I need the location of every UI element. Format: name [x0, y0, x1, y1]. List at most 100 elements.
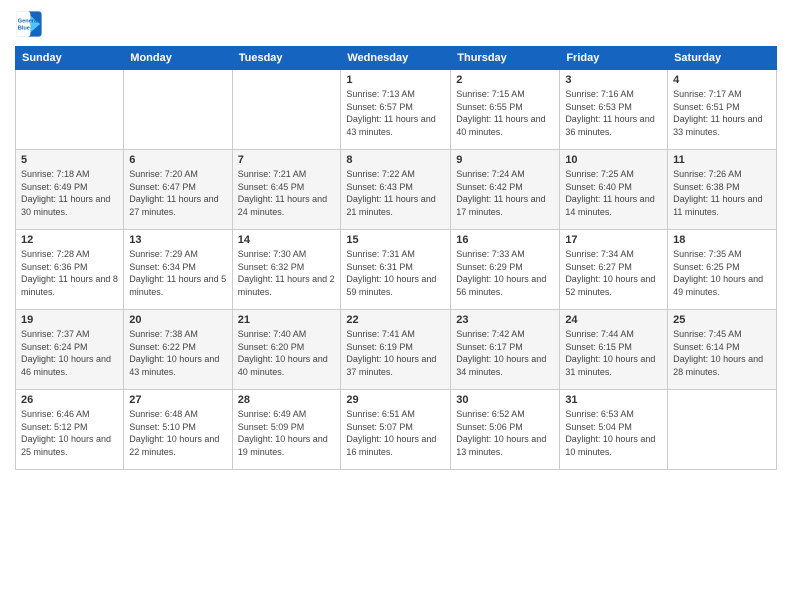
- day-cell: [232, 70, 341, 150]
- day-cell: 5Sunrise: 7:18 AM Sunset: 6:49 PM Daylig…: [16, 150, 124, 230]
- day-info: Sunrise: 7:18 AM Sunset: 6:49 PM Dayligh…: [21, 168, 118, 218]
- day-info: Sunrise: 6:51 AM Sunset: 5:07 PM Dayligh…: [346, 408, 445, 458]
- day-info: Sunrise: 6:46 AM Sunset: 5:12 PM Dayligh…: [21, 408, 118, 458]
- day-cell: 15 Sunrise: 7:31 AM Sunset: 6:31 PM Dayli…: [341, 230, 451, 310]
- day-number: 12: [21, 234, 118, 246]
- day-info: Sunrise: 7:40 AM Sunset: 6:20 PM Dayligh…: [238, 328, 336, 378]
- day-info: Sunrise: 7:28 AM Sunset: 6:36 PM Dayligh…: [21, 248, 118, 298]
- day-cell: 29Sunrise: 6:51 AM Sunset: 5:07 PM Dayli…: [341, 390, 451, 470]
- day-cell: 19Sunrise: 7:37 AM Sunset: 6:24 PM Dayli…: [16, 310, 124, 390]
- day-cell: 22 Sunrise: 7:41 AM Sunset: 6:19 PM Dayli…: [341, 310, 451, 390]
- day-number: 22: [346, 314, 445, 326]
- svg-text:General: General: [18, 19, 39, 25]
- day-number: 1: [346, 74, 445, 86]
- day-info: Sunrise: 7:25 AM Sunset: 6:40 PM Dayligh…: [565, 168, 662, 218]
- day-cell: 24 Sunrise: 7:44 AM Sunset: 6:15 PM Dayli…: [560, 310, 668, 390]
- day-cell: 23 Sunrise: 7:42 AM Sunset: 6:17 PM Dayli…: [451, 310, 560, 390]
- day-number: 25: [673, 314, 771, 326]
- header-cell-tuesday: Tuesday: [232, 47, 341, 70]
- day-info: Sunrise: 7:22 AM Sunset: 6:43 PM Dayligh…: [346, 168, 445, 218]
- day-cell: 3 Sunrise: 7:16 AM Sunset: 6:53 PM Daylig…: [560, 70, 668, 150]
- day-cell: 17 Sunrise: 7:34 AM Sunset: 6:27 PM Dayli…: [560, 230, 668, 310]
- day-info: Sunrise: 7:21 AM Sunset: 6:45 PM Dayligh…: [238, 168, 336, 218]
- day-cell: 28Sunrise: 6:49 AM Sunset: 5:09 PM Dayli…: [232, 390, 341, 470]
- day-cell: [668, 390, 777, 470]
- day-info: Sunrise: 7:44 AM Sunset: 6:15 PM Dayligh…: [565, 328, 662, 378]
- day-number: 19: [21, 314, 118, 326]
- day-number: 9: [456, 154, 554, 166]
- day-cell: 14 Sunrise: 7:30 AM Sunset: 6:32 PM Dayli…: [232, 230, 341, 310]
- svg-text:Blue: Blue: [18, 26, 30, 32]
- day-info: Sunrise: 7:31 AM Sunset: 6:31 PM Dayligh…: [346, 248, 445, 298]
- day-number: 13: [129, 234, 226, 246]
- day-info: Sunrise: 6:48 AM Sunset: 5:10 PM Dayligh…: [129, 408, 226, 458]
- day-info: Sunrise: 7:29 AM Sunset: 6:34 PM Dayligh…: [129, 248, 226, 298]
- day-info: Sunrise: 7:38 AM Sunset: 6:22 PM Dayligh…: [129, 328, 226, 378]
- day-info: Sunrise: 7:42 AM Sunset: 6:17 PM Dayligh…: [456, 328, 554, 378]
- week-row-0: 1Sunrise: 7:13 AM Sunset: 6:57 PM Daylig…: [16, 70, 777, 150]
- day-number: 24: [565, 314, 662, 326]
- day-cell: 26 Sunrise: 6:46 AM Sunset: 5:12 PM Dayli…: [16, 390, 124, 470]
- day-number: 26: [21, 394, 118, 406]
- day-cell: 2 Sunrise: 7:15 AM Sunset: 6:55 PM Daylig…: [451, 70, 560, 150]
- logo: General Blue: [15, 10, 47, 38]
- header-cell-thursday: Thursday: [451, 47, 560, 70]
- day-cell: 9Sunrise: 7:24 AM Sunset: 6:42 PM Daylig…: [451, 150, 560, 230]
- day-number: 10: [565, 154, 662, 166]
- day-number: 21: [238, 314, 336, 326]
- calendar-table: SundayMondayTuesdayWednesdayThursdayFrid…: [15, 46, 777, 470]
- week-row-1: 5Sunrise: 7:18 AM Sunset: 6:49 PM Daylig…: [16, 150, 777, 230]
- day-cell: [16, 70, 124, 150]
- day-cell: 25 Sunrise: 7:45 AM Sunset: 6:14 PM Dayli…: [668, 310, 777, 390]
- day-number: 14: [238, 234, 336, 246]
- day-cell: 10 Sunrise: 7:25 AM Sunset: 6:40 PM Dayli…: [560, 150, 668, 230]
- day-info: Sunrise: 7:16 AM Sunset: 6:53 PM Dayligh…: [565, 88, 662, 138]
- day-info: Sunrise: 7:15 AM Sunset: 6:55 PM Dayligh…: [456, 88, 554, 138]
- day-number: 6: [129, 154, 226, 166]
- day-number: 2: [456, 74, 554, 86]
- day-info: Sunrise: 7:17 AM Sunset: 6:51 PM Dayligh…: [673, 88, 771, 138]
- day-number: 30: [456, 394, 554, 406]
- day-cell: 8 Sunrise: 7:22 AM Sunset: 6:43 PM Daylig…: [341, 150, 451, 230]
- day-cell: 18Sunrise: 7:35 AM Sunset: 6:25 PM Dayli…: [668, 230, 777, 310]
- day-cell: 11 Sunrise: 7:26 AM Sunset: 6:38 PM Dayli…: [668, 150, 777, 230]
- week-row-4: 26 Sunrise: 6:46 AM Sunset: 5:12 PM Dayli…: [16, 390, 777, 470]
- header-cell-friday: Friday: [560, 47, 668, 70]
- day-info: Sunrise: 7:34 AM Sunset: 6:27 PM Dayligh…: [565, 248, 662, 298]
- page: General Blue SundayMondayTuesdayWednesda…: [0, 0, 792, 612]
- day-cell: 7 Sunrise: 7:21 AM Sunset: 6:45 PM Daylig…: [232, 150, 341, 230]
- day-number: 28: [238, 394, 336, 406]
- day-cell: 27Sunrise: 6:48 AM Sunset: 5:10 PM Dayli…: [124, 390, 232, 470]
- day-cell: 12 Sunrise: 7:28 AM Sunset: 6:36 PM Dayli…: [16, 230, 124, 310]
- day-number: 20: [129, 314, 226, 326]
- day-cell: 13 Sunrise: 7:29 AM Sunset: 6:34 PM Dayli…: [124, 230, 232, 310]
- day-cell: 4 Sunrise: 7:17 AM Sunset: 6:51 PM Daylig…: [668, 70, 777, 150]
- header-cell-wednesday: Wednesday: [341, 47, 451, 70]
- day-number: 3: [565, 74, 662, 86]
- day-info: Sunrise: 7:30 AM Sunset: 6:32 PM Dayligh…: [238, 248, 336, 298]
- day-number: 4: [673, 74, 771, 86]
- day-cell: 21 Sunrise: 7:40 AM Sunset: 6:20 PM Dayli…: [232, 310, 341, 390]
- day-cell: 30 Sunrise: 6:52 AM Sunset: 5:06 PM Dayli…: [451, 390, 560, 470]
- day-cell: 20 Sunrise: 7:38 AM Sunset: 6:22 PM Dayli…: [124, 310, 232, 390]
- day-info: Sunrise: 6:52 AM Sunset: 5:06 PM Dayligh…: [456, 408, 554, 458]
- day-number: 8: [346, 154, 445, 166]
- day-number: 7: [238, 154, 336, 166]
- day-info: Sunrise: 7:26 AM Sunset: 6:38 PM Dayligh…: [673, 168, 771, 218]
- day-number: 15: [346, 234, 445, 246]
- week-row-2: 12 Sunrise: 7:28 AM Sunset: 6:36 PM Dayli…: [16, 230, 777, 310]
- header-cell-saturday: Saturday: [668, 47, 777, 70]
- header: General Blue: [15, 10, 777, 38]
- day-info: Sunrise: 7:35 AM Sunset: 6:25 PM Dayligh…: [673, 248, 771, 298]
- day-info: Sunrise: 6:53 AM Sunset: 5:04 PM Dayligh…: [565, 408, 662, 458]
- day-cell: [124, 70, 232, 150]
- day-number: 23: [456, 314, 554, 326]
- header-row: SundayMondayTuesdayWednesdayThursdayFrid…: [16, 47, 777, 70]
- day-info: Sunrise: 7:45 AM Sunset: 6:14 PM Dayligh…: [673, 328, 771, 378]
- header-cell-monday: Monday: [124, 47, 232, 70]
- day-number: 17: [565, 234, 662, 246]
- day-number: 16: [456, 234, 554, 246]
- day-info: Sunrise: 7:41 AM Sunset: 6:19 PM Dayligh…: [346, 328, 445, 378]
- day-number: 11: [673, 154, 771, 166]
- week-row-3: 19Sunrise: 7:37 AM Sunset: 6:24 PM Dayli…: [16, 310, 777, 390]
